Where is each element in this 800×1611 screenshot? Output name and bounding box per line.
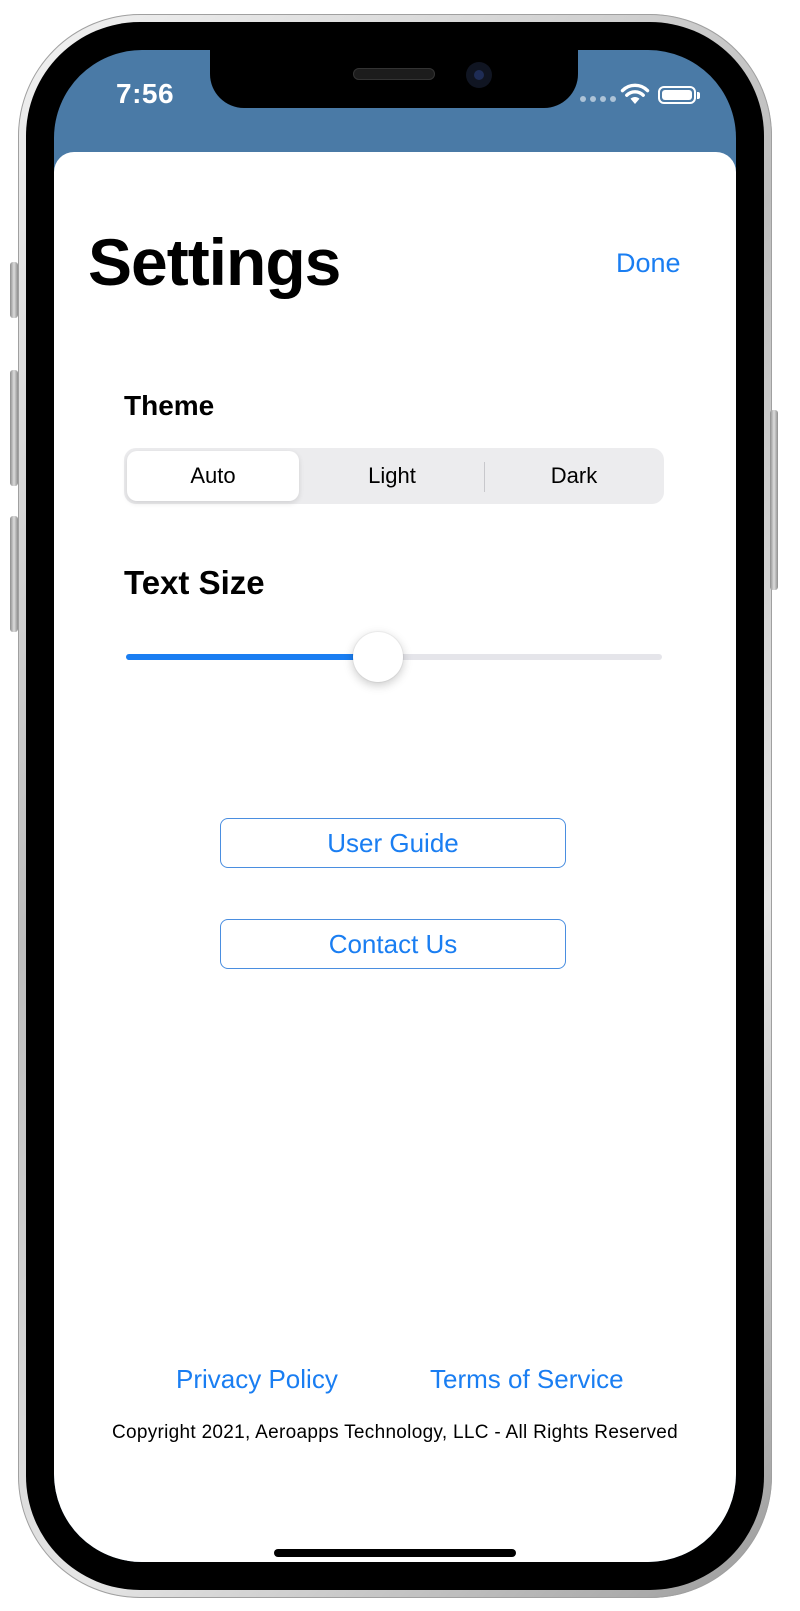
settings-sheet: Settings Done Theme Auto Light Dark Text…	[54, 152, 736, 1562]
mute-switch	[10, 262, 18, 318]
theme-option-auto[interactable]: Auto	[127, 451, 299, 501]
theme-option-light[interactable]: Light	[302, 451, 482, 501]
wifi-icon	[620, 83, 650, 104]
text-size-label: Text Size	[124, 564, 265, 601]
front-camera	[466, 62, 492, 88]
notch	[210, 50, 578, 108]
page-title: Settings	[88, 225, 341, 299]
privacy-policy-link[interactable]: Privacy Policy	[176, 1364, 338, 1395]
slider-fill	[126, 654, 378, 660]
copyright-text: Copyright 2021, Aeroapps Technology, LLC…	[111, 1422, 679, 1443]
home-indicator	[274, 1549, 516, 1557]
theme-label: Theme	[124, 390, 215, 421]
speaker-grille	[353, 68, 435, 80]
volume-down-button	[10, 516, 18, 632]
contact-us-button[interactable]: Contact Us	[220, 919, 566, 969]
segment-divider	[484, 462, 485, 492]
theme-option-dark[interactable]: Dark	[486, 451, 662, 501]
cellular-signal-icon	[580, 96, 616, 102]
status-bar: 7:56	[54, 50, 736, 154]
user-guide-button[interactable]: User Guide	[220, 818, 566, 868]
volume-up-button	[10, 370, 18, 486]
screen: 7:56 Settings Done Theme Auto Light Dark…	[54, 50, 736, 1562]
status-time: 7:56	[116, 78, 175, 109]
status-icons	[580, 82, 710, 112]
slider-thumb[interactable]	[353, 632, 403, 682]
theme-segmented-control: Auto Light Dark	[124, 448, 664, 504]
power-button	[770, 410, 778, 590]
text-size-slider[interactable]	[126, 632, 662, 682]
terms-of-service-link[interactable]: Terms of Service	[430, 1364, 624, 1395]
done-button[interactable]: Done	[616, 248, 681, 279]
battery-icon	[658, 86, 700, 104]
